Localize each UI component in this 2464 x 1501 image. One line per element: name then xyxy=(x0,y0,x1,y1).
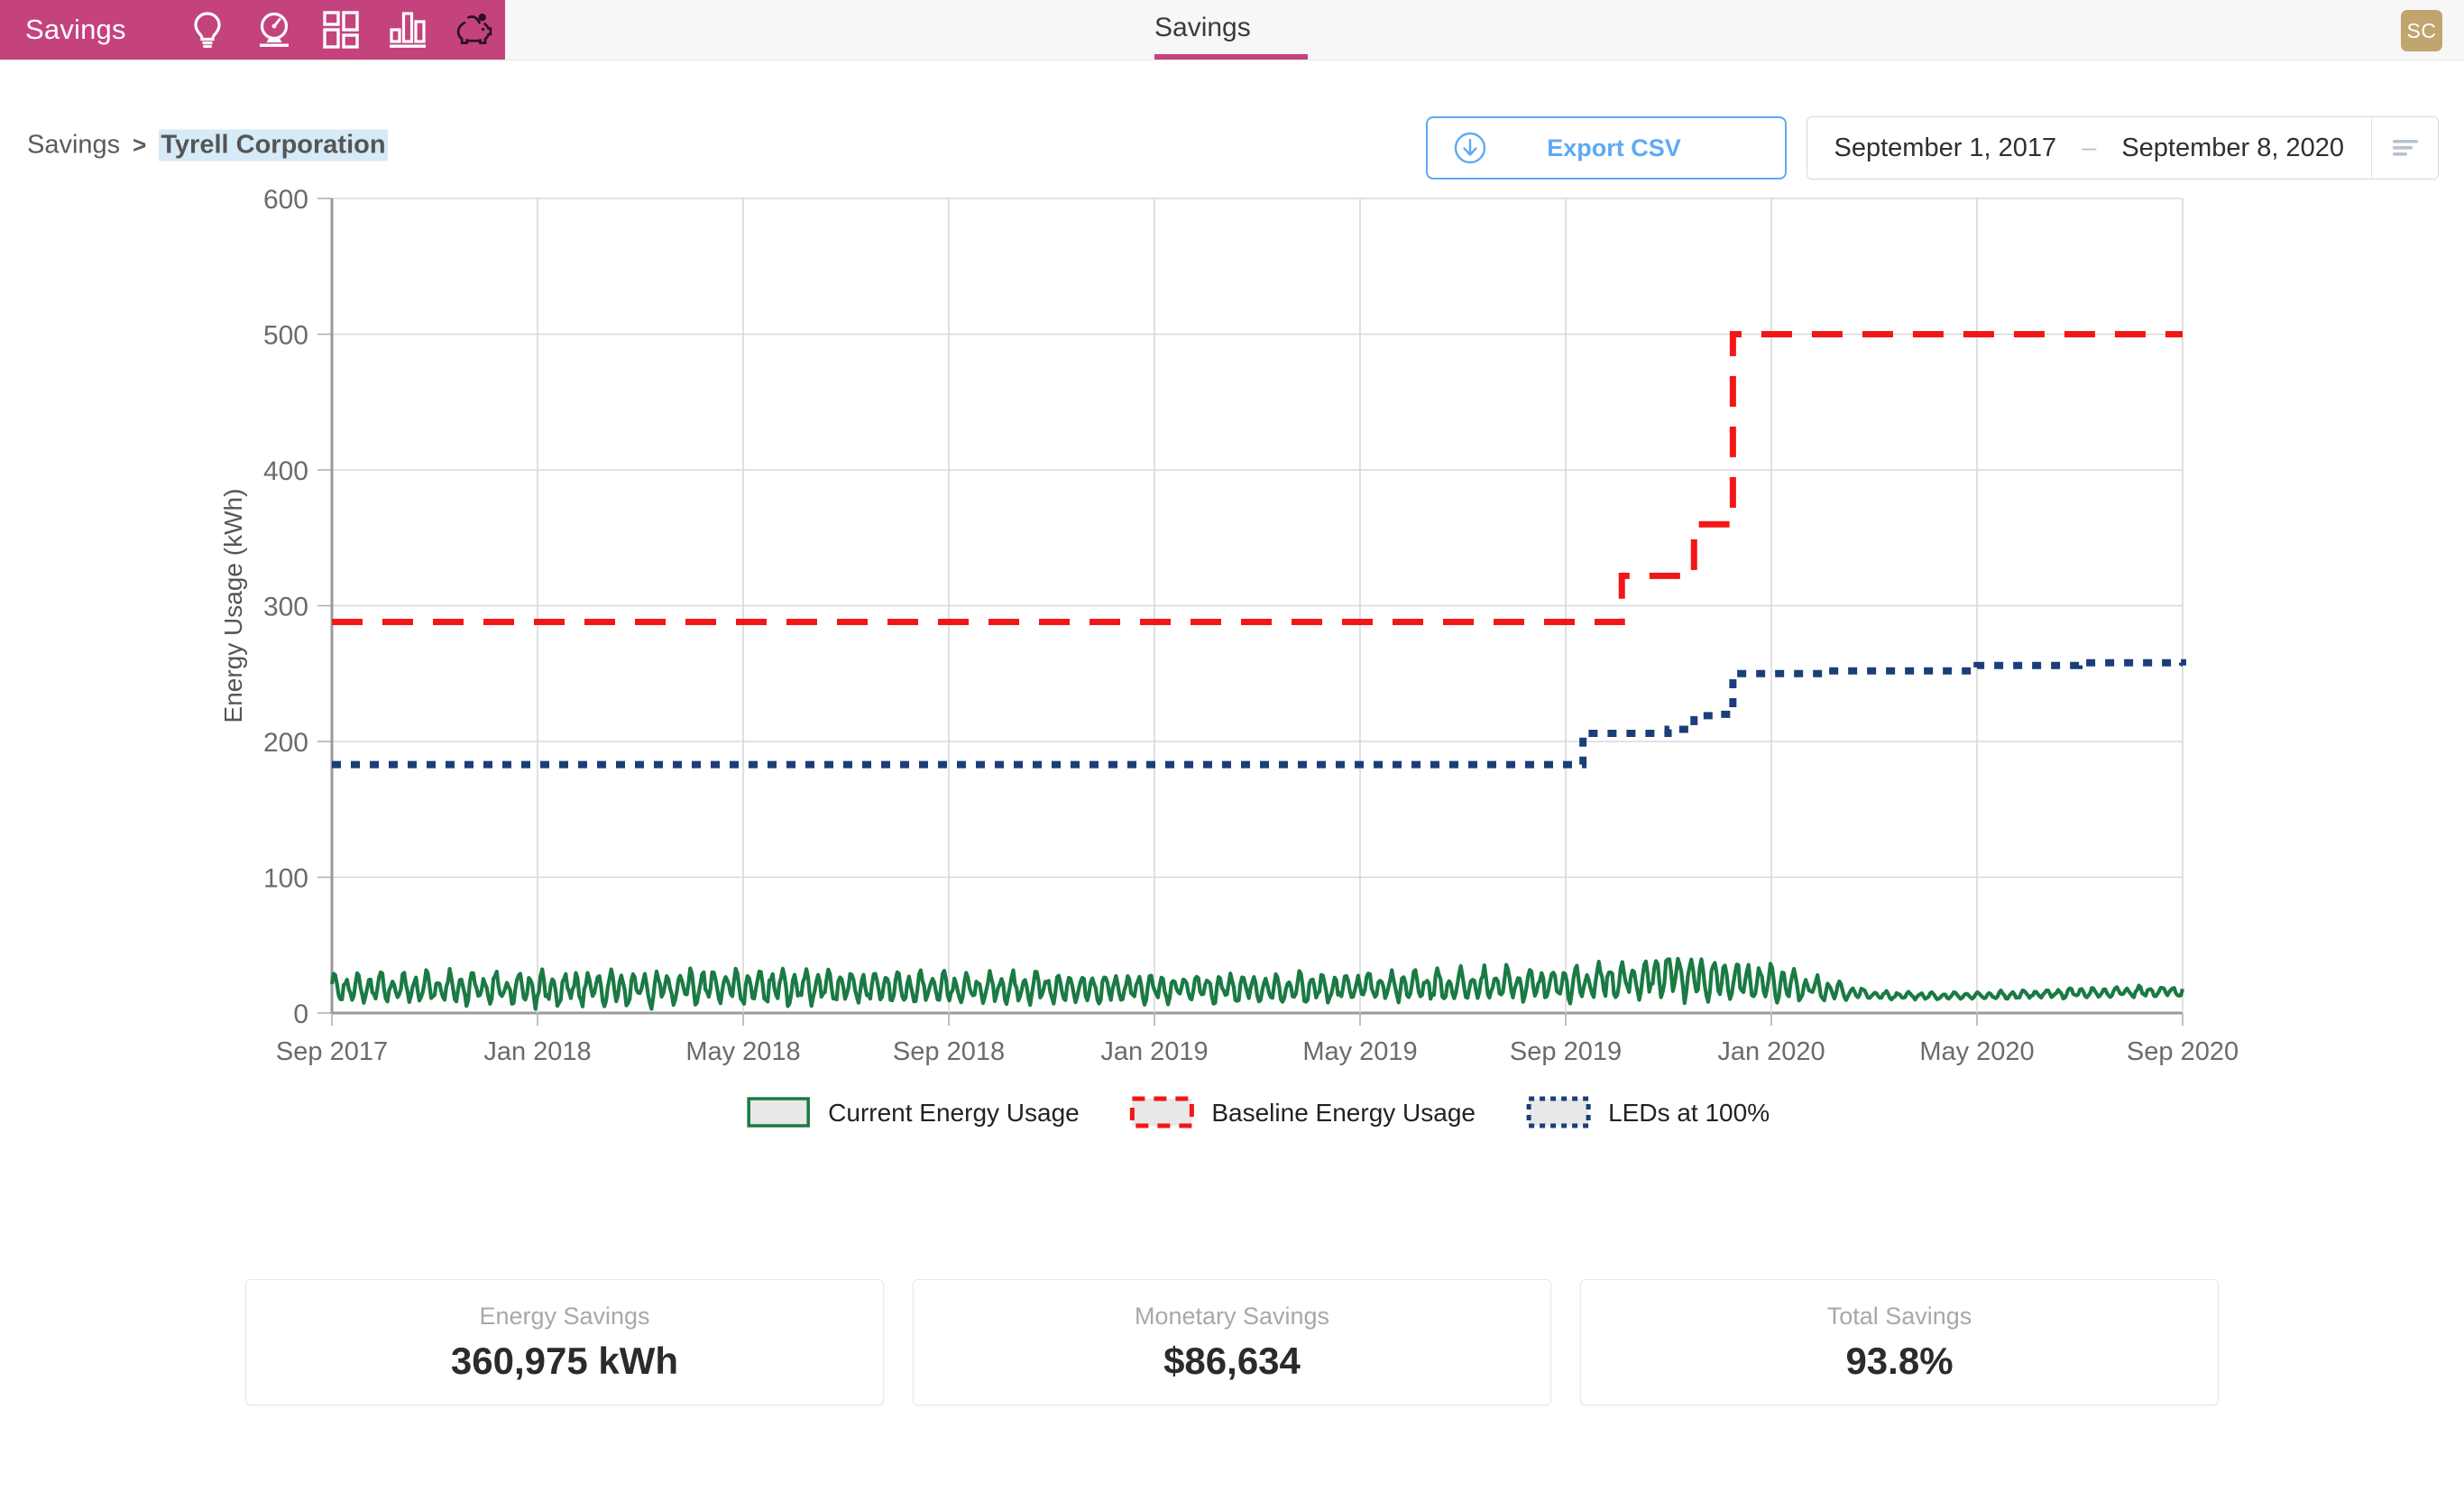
breadcrumb-separator: > xyxy=(133,131,147,159)
x-axis-tick-label: Sep 2018 xyxy=(893,1037,1005,1066)
legend-swatch xyxy=(747,1097,810,1128)
card-label: Monetary Savings xyxy=(1134,1302,1330,1330)
y-axis-tick-label: 600 xyxy=(263,185,308,215)
avatar[interactable]: SC xyxy=(2401,10,2442,51)
breadcrumb-current[interactable]: Tyrell Corporation xyxy=(159,129,388,161)
x-axis-tick-label: Sep 2020 xyxy=(2127,1037,2239,1066)
piggy-bank-icon[interactable] xyxy=(455,10,494,50)
top-navigation-bar: Savings Savings SC xyxy=(0,0,2464,60)
x-axis-tick-label: Jan 2020 xyxy=(1717,1037,1825,1066)
date-range-start: September 1, 2017 xyxy=(1834,133,2057,162)
x-axis-tick-label: Jan 2019 xyxy=(1100,1037,1208,1066)
brand-title: Savings xyxy=(25,14,126,45)
card-monetary-savings: Monetary Savings $86,634 xyxy=(913,1279,1551,1405)
card-total-savings: Total Savings 93.8% xyxy=(1580,1279,2219,1405)
card-label: Energy Savings xyxy=(479,1302,650,1330)
chart-legend: Current Energy Usage Baseline Energy Usag… xyxy=(747,1096,1770,1128)
date-range-end: September 8, 2020 xyxy=(2121,133,2344,162)
x-axis-tick-label: Sep 2019 xyxy=(1510,1037,1622,1066)
x-axis-tick-label: Jan 2018 xyxy=(483,1037,591,1066)
breadcrumb-root[interactable]: Savings xyxy=(27,131,120,161)
y-axis-tick-label: 300 xyxy=(263,593,308,622)
gauge-icon[interactable] xyxy=(254,10,294,50)
tab-savings[interactable]: Savings xyxy=(1154,0,1308,60)
dashboard-grid-icon[interactable] xyxy=(321,10,361,50)
x-axis-tick-label: May 2020 xyxy=(1919,1037,2034,1066)
y-axis-tick-label: 200 xyxy=(263,728,308,758)
x-axis-tick-label: May 2018 xyxy=(685,1037,800,1066)
x-axis-tick-label: Sep 2017 xyxy=(276,1037,388,1066)
brand-panel: Savings xyxy=(0,0,505,60)
nav-icon-group xyxy=(188,10,494,50)
legend-label: LEDs at 100% xyxy=(1608,1099,1770,1127)
bar-chart-icon[interactable] xyxy=(388,10,428,50)
legend-label: Current Energy Usage xyxy=(828,1099,1080,1127)
legend-swatch xyxy=(1526,1096,1591,1128)
date-range-dash: – xyxy=(2082,133,2097,162)
card-energy-savings: Energy Savings 360,975 kWh xyxy=(245,1279,884,1405)
savings-chart: 0 100 200 300 400 500 600 Sep 2017 Jan 2018 May 2… xyxy=(0,161,2464,1171)
legend-swatch xyxy=(1129,1096,1194,1128)
card-label: Total Savings xyxy=(1826,1302,1972,1330)
x-axis-tick-label: May 2019 xyxy=(1302,1037,1417,1066)
chart-series-baseline-energy-usage xyxy=(332,331,2183,626)
summary-cards: Energy Savings 360,975 kWh Monetary Savi… xyxy=(245,1279,2219,1405)
y-axis-tick-label: 100 xyxy=(263,864,308,894)
card-value: 360,975 kWh xyxy=(450,1339,679,1382)
card-value: 93.8% xyxy=(1845,1339,1954,1382)
legend-label: Baseline Energy Usage xyxy=(1211,1099,1476,1127)
card-value: $86,634 xyxy=(1163,1339,1301,1382)
chart-series-current-energy-usage xyxy=(329,956,2185,1011)
y-axis-tick-label: 0 xyxy=(293,999,308,1029)
y-axis-tick-label: 400 xyxy=(263,456,308,486)
breadcrumb: Savings > Tyrell Corporation xyxy=(27,129,388,161)
export-csv-label: Export CSV xyxy=(1547,134,1681,161)
chart-canvas: 0 100 200 300 400 500 600 Sep 2017 Jan 2018 May 2… xyxy=(219,185,2239,1128)
tab-savings-label: Savings xyxy=(1154,13,1251,42)
sub-header: Savings > Tyrell Corporation Export CSV … xyxy=(0,60,2464,180)
lightbulb-icon[interactable] xyxy=(188,10,227,50)
chart-series-leds-at-100- xyxy=(332,658,2186,769)
y-axis-tick-label: 500 xyxy=(263,321,308,351)
y-axis-title: Energy Usage (kWh) xyxy=(219,489,247,723)
